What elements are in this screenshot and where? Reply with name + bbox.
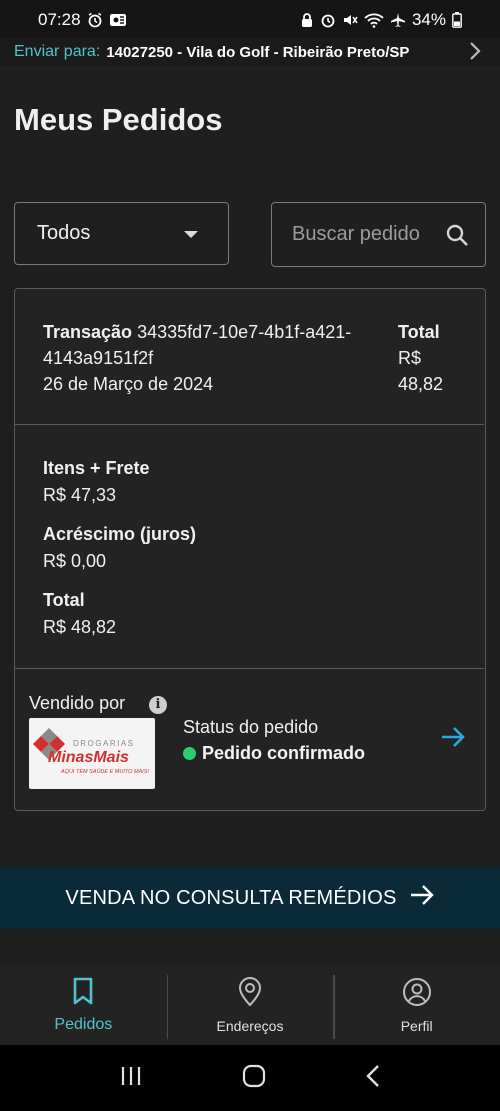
surcharge-value: R$ 0,00 [43,551,107,571]
grand-total-line: Total R$ 48,82 [43,587,116,641]
seller-prefix: DROGARIAS [73,739,135,748]
back-icon[interactable] [365,1064,381,1093]
caret-down-icon [184,231,198,238]
filter-selected-value: Todos [37,222,91,244]
seller-name: MinasMais [48,749,129,766]
order-status: Pedido confirmado [183,743,365,764]
surcharge-line: Acréscimo (juros) R$ 0,00 [43,521,196,575]
airplane-icon [390,12,406,28]
grand-total-value: R$ 48,82 [43,617,117,637]
order-status-value: Pedido confirmado [202,743,366,763]
order-total-value: R$ 48,82 [398,348,444,394]
alarm-icon [87,12,103,28]
status-dot-icon [183,747,196,760]
surcharge-label: Acréscimo (juros) [43,524,197,544]
order-filter-select[interactable]: Todos [14,202,229,265]
home-icon[interactable] [242,1064,266,1093]
order-card-summary: Itens + Frete R$ 47,33 Acréscimo (juros)… [15,425,484,669]
lock-icon [300,12,314,28]
clock-time: 07:28 [38,10,81,29]
order-search-box[interactable] [271,202,486,267]
status-right: 34% [300,10,462,30]
media-icon [109,12,127,28]
promo-label: VENDA NO CONSULTA REMÉDIOS [65,886,397,909]
nav-label-pedidos: Pedidos [54,1015,113,1033]
nav-label-enderecos: Endereços [216,1017,284,1034]
nav-label-perfil: Perfil [400,1017,433,1034]
arrow-right-icon [409,884,435,912]
items-shipping-line: Itens + Frete R$ 47,33 [43,455,150,509]
grand-total-label: Total [43,590,85,610]
battery-percent: 34% [411,10,446,29]
arrow-right-icon[interactable] [440,725,466,754]
status-bar: 07:28 34% [0,0,500,40]
nav-item-perfil[interactable]: Perfil [333,965,500,1045]
info-icon[interactable]: i [149,696,167,714]
chevron-right-icon [468,40,482,67]
order-total: Total R$ 48,82 [398,319,468,397]
mute-icon [342,12,358,28]
order-date: 26 de Março de 2024 [43,374,214,394]
order-card-header: Transação 34335fd7-10e7-4b1f-a421-4143a9… [15,289,484,425]
sold-by-label: Vendido por [29,693,126,713]
nav-item-enderecos[interactable]: Endereços [166,965,334,1045]
items-shipping-value: R$ 47,33 [43,485,117,505]
search-icon[interactable] [445,223,469,252]
order-total-label: Total [398,322,440,342]
order-card-footer[interactable]: Vendido por i DROGARIAS MinasMais AQUI T… [15,669,484,809]
page-title: Meus Pedidos [14,102,223,137]
seller-logo: DROGARIAS MinasMais AQUI TEM SAÚDE E MUI… [29,718,155,789]
nav-item-pedidos[interactable]: Pedidos [0,965,167,1045]
bottom-navigation: Pedidos Endereços Perfil [0,965,500,1045]
transaction-label: Transação [43,322,133,342]
status-left: 07:28 [38,10,127,30]
items-shipping-label: Itens + Frete [43,458,150,478]
alarm-small-icon [320,12,336,28]
order-search-input[interactable] [292,223,432,246]
shipping-address: 14027250 - Vila do Golf - Ribeirão Preto… [106,43,410,61]
seller-tagline: AQUI TEM SAÚDE E MUITO MAIS! [60,768,149,775]
order-status-label: Status do pedido [183,717,319,737]
shipping-label: Enviar para: [14,43,101,60]
recent-apps-icon[interactable] [119,1065,143,1092]
wifi-icon [364,12,384,28]
bookmark-icon [71,977,95,1010]
battery-icon [452,12,462,28]
user-circle-icon [402,977,432,1012]
transaction-info: Transação 34335fd7-10e7-4b1f-a421-4143a9… [43,319,378,397]
location-pin-icon [237,976,263,1012]
order-card[interactable]: Transação 34335fd7-10e7-4b1f-a421-4143a9… [14,288,486,811]
system-navigation-bar [0,1045,500,1111]
shipping-address-bar[interactable]: Enviar para: 14027250 - Vila do Golf - R… [0,38,500,66]
sell-on-consulta-remedios-banner[interactable]: VENDA NO CONSULTA REMÉDIOS [0,867,500,929]
